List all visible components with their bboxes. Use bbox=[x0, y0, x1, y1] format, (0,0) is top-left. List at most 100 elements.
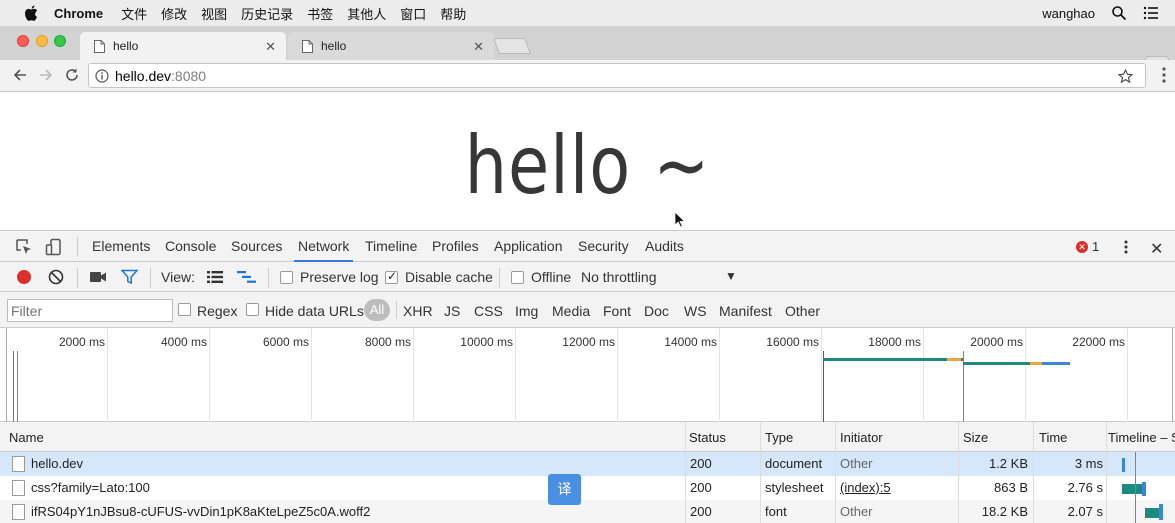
offline-checkbox[interactable] bbox=[511, 271, 524, 284]
preserve-log-label[interactable]: Preserve log bbox=[300, 269, 379, 285]
tab-security[interactable]: Security bbox=[578, 238, 629, 254]
record-icon[interactable] bbox=[16, 269, 32, 285]
filter-media[interactable]: Media bbox=[552, 303, 590, 319]
window-zoom-button[interactable] bbox=[54, 35, 66, 47]
tab-sources[interactable]: Sources bbox=[231, 238, 282, 254]
hide-data-urls-checkbox[interactable] bbox=[246, 303, 259, 316]
row-name[interactable]: css?family=Lato:100 bbox=[31, 480, 150, 495]
filter-all[interactable]: All bbox=[364, 299, 390, 321]
url-port: :8080 bbox=[171, 67, 207, 84]
row-name[interactable]: ifRS04pY1nJBsu8-cUFUS-vvDin1pK8aKteLpeZ5… bbox=[31, 504, 370, 519]
device-toolbar-icon[interactable] bbox=[45, 238, 63, 256]
tab-application[interactable]: Application bbox=[494, 238, 563, 254]
offline-label[interactable]: Offline bbox=[531, 269, 571, 285]
spotlight-search-icon[interactable] bbox=[1111, 5, 1127, 21]
filter-icon[interactable] bbox=[121, 269, 138, 285]
filter-ws[interactable]: WS bbox=[684, 303, 707, 319]
filter-css[interactable]: CSS bbox=[474, 303, 503, 319]
bookmark-star-icon[interactable] bbox=[1118, 69, 1133, 84]
col-time[interactable]: Time bbox=[1039, 430, 1067, 445]
filter-manifest[interactable]: Manifest bbox=[719, 303, 772, 319]
filter-other[interactable]: Other bbox=[785, 303, 820, 319]
network-overview[interactable]: 2000 ms 4000 ms 6000 ms 8000 ms 10000 ms… bbox=[0, 328, 1175, 422]
filter-js[interactable]: JS bbox=[444, 303, 460, 319]
devtools-menu-icon[interactable] bbox=[1120, 238, 1132, 256]
disable-cache-label[interactable]: Disable cache bbox=[405, 269, 493, 285]
col-status[interactable]: Status bbox=[689, 430, 726, 445]
filter-xhr[interactable]: XHR bbox=[403, 303, 433, 319]
error-count: 1 bbox=[1092, 239, 1100, 254]
col-size[interactable]: Size bbox=[963, 430, 988, 445]
tab-network[interactable]: Network bbox=[293, 238, 354, 262]
menu-window[interactable]: 窗口 bbox=[400, 4, 426, 23]
divider bbox=[499, 268, 500, 288]
row-time: 2.07 s bbox=[1067, 504, 1103, 519]
filter-input[interactable] bbox=[7, 299, 173, 322]
menu-help[interactable]: 帮助 bbox=[440, 4, 466, 23]
filter-doc[interactable]: Doc bbox=[644, 303, 669, 319]
tab-hello-2[interactable]: hello ✕ bbox=[288, 32, 494, 60]
tab-hello-1[interactable]: hello ✕ bbox=[80, 32, 286, 60]
clear-icon[interactable] bbox=[48, 269, 64, 285]
close-tab-icon[interactable]: ✕ bbox=[473, 39, 484, 55]
menu-people[interactable]: 其他人 bbox=[347, 4, 386, 23]
regex-label[interactable]: Regex bbox=[197, 303, 237, 319]
menu-edit[interactable]: 修改 bbox=[161, 4, 187, 23]
table-row[interactable]: css?family=Lato:100 200 stylesheet (inde… bbox=[0, 476, 1175, 500]
row-status: 200 bbox=[690, 480, 712, 495]
gridline bbox=[311, 328, 312, 422]
menu-bookmarks[interactable]: 书签 bbox=[307, 4, 333, 23]
tab-elements[interactable]: Elements bbox=[92, 238, 150, 254]
regex-checkbox[interactable] bbox=[178, 303, 191, 316]
mouse-cursor-icon bbox=[674, 211, 686, 228]
col-name[interactable]: Name bbox=[9, 430, 44, 445]
filter-font[interactable]: Font bbox=[603, 303, 631, 319]
window-close-button[interactable] bbox=[17, 35, 29, 47]
page-icon bbox=[94, 39, 105, 53]
table-row[interactable]: hello.dev 200 document Other 1.2 KB 3 ms bbox=[0, 452, 1175, 476]
apple-icon[interactable] bbox=[24, 5, 38, 21]
site-info-icon[interactable] bbox=[95, 68, 109, 83]
table-row[interactable]: ifRS04pY1nJBsu8-cUFUS-vvDin1pK8aKteLpeZ5… bbox=[0, 500, 1175, 523]
row-initiator-link[interactable]: (index):5 bbox=[840, 480, 891, 495]
menu-history[interactable]: 历史记录 bbox=[241, 4, 293, 23]
close-tab-icon[interactable]: ✕ bbox=[265, 39, 276, 55]
translate-button[interactable]: 译 bbox=[548, 474, 581, 505]
new-tab-button[interactable] bbox=[493, 38, 531, 54]
reload-icon[interactable] bbox=[64, 67, 80, 83]
capture-screenshots-icon[interactable] bbox=[89, 270, 107, 284]
col-type[interactable]: Type bbox=[765, 430, 793, 445]
filter-img[interactable]: Img bbox=[515, 303, 538, 319]
tick-label: 12000 ms bbox=[562, 335, 615, 349]
tick-label: 16000 ms bbox=[766, 335, 819, 349]
throttling-select[interactable]: No throttling bbox=[581, 269, 656, 285]
overview-waterfall-icon[interactable] bbox=[237, 270, 257, 284]
tab-profiles[interactable]: Profiles bbox=[432, 238, 479, 254]
inspect-element-icon[interactable] bbox=[15, 238, 33, 256]
forward-icon[interactable] bbox=[38, 67, 54, 83]
col-timeline[interactable]: Timeline – St bbox=[1108, 430, 1175, 445]
tab-audits[interactable]: Audits bbox=[645, 238, 684, 254]
row-name[interactable]: hello.dev bbox=[31, 456, 83, 471]
menu-app-chrome[interactable]: Chrome bbox=[54, 6, 103, 21]
address-bar[interactable]: hello.dev :8080 bbox=[88, 63, 1146, 88]
col-initiator[interactable]: Initiator bbox=[840, 430, 883, 445]
menu-view[interactable]: 视图 bbox=[201, 4, 227, 23]
overview-bar-font-wait bbox=[1030, 362, 1042, 365]
devtools-close-icon[interactable]: ✕ bbox=[1150, 239, 1163, 259]
view-label: View: bbox=[161, 269, 195, 285]
back-icon[interactable] bbox=[12, 67, 28, 83]
tab-timeline[interactable]: Timeline bbox=[365, 238, 417, 254]
throttling-dropdown-icon[interactable]: ▼ bbox=[725, 269, 737, 283]
window-minimize-button[interactable] bbox=[36, 35, 48, 47]
preserve-log-checkbox[interactable] bbox=[280, 271, 293, 284]
tab-console[interactable]: Console bbox=[165, 238, 216, 254]
menubar-username[interactable]: wanghao bbox=[1042, 6, 1095, 21]
large-rows-icon[interactable] bbox=[207, 270, 223, 284]
notification-center-icon[interactable] bbox=[1143, 5, 1159, 21]
hide-data-urls-label[interactable]: Hide data URLs bbox=[265, 303, 364, 319]
error-counter[interactable]: ✕ 1 bbox=[1076, 239, 1099, 254]
chrome-menu-icon[interactable] bbox=[1157, 64, 1171, 86]
menu-file[interactable]: 文件 bbox=[121, 4, 147, 23]
disable-cache-checkbox[interactable] bbox=[385, 269, 398, 284]
